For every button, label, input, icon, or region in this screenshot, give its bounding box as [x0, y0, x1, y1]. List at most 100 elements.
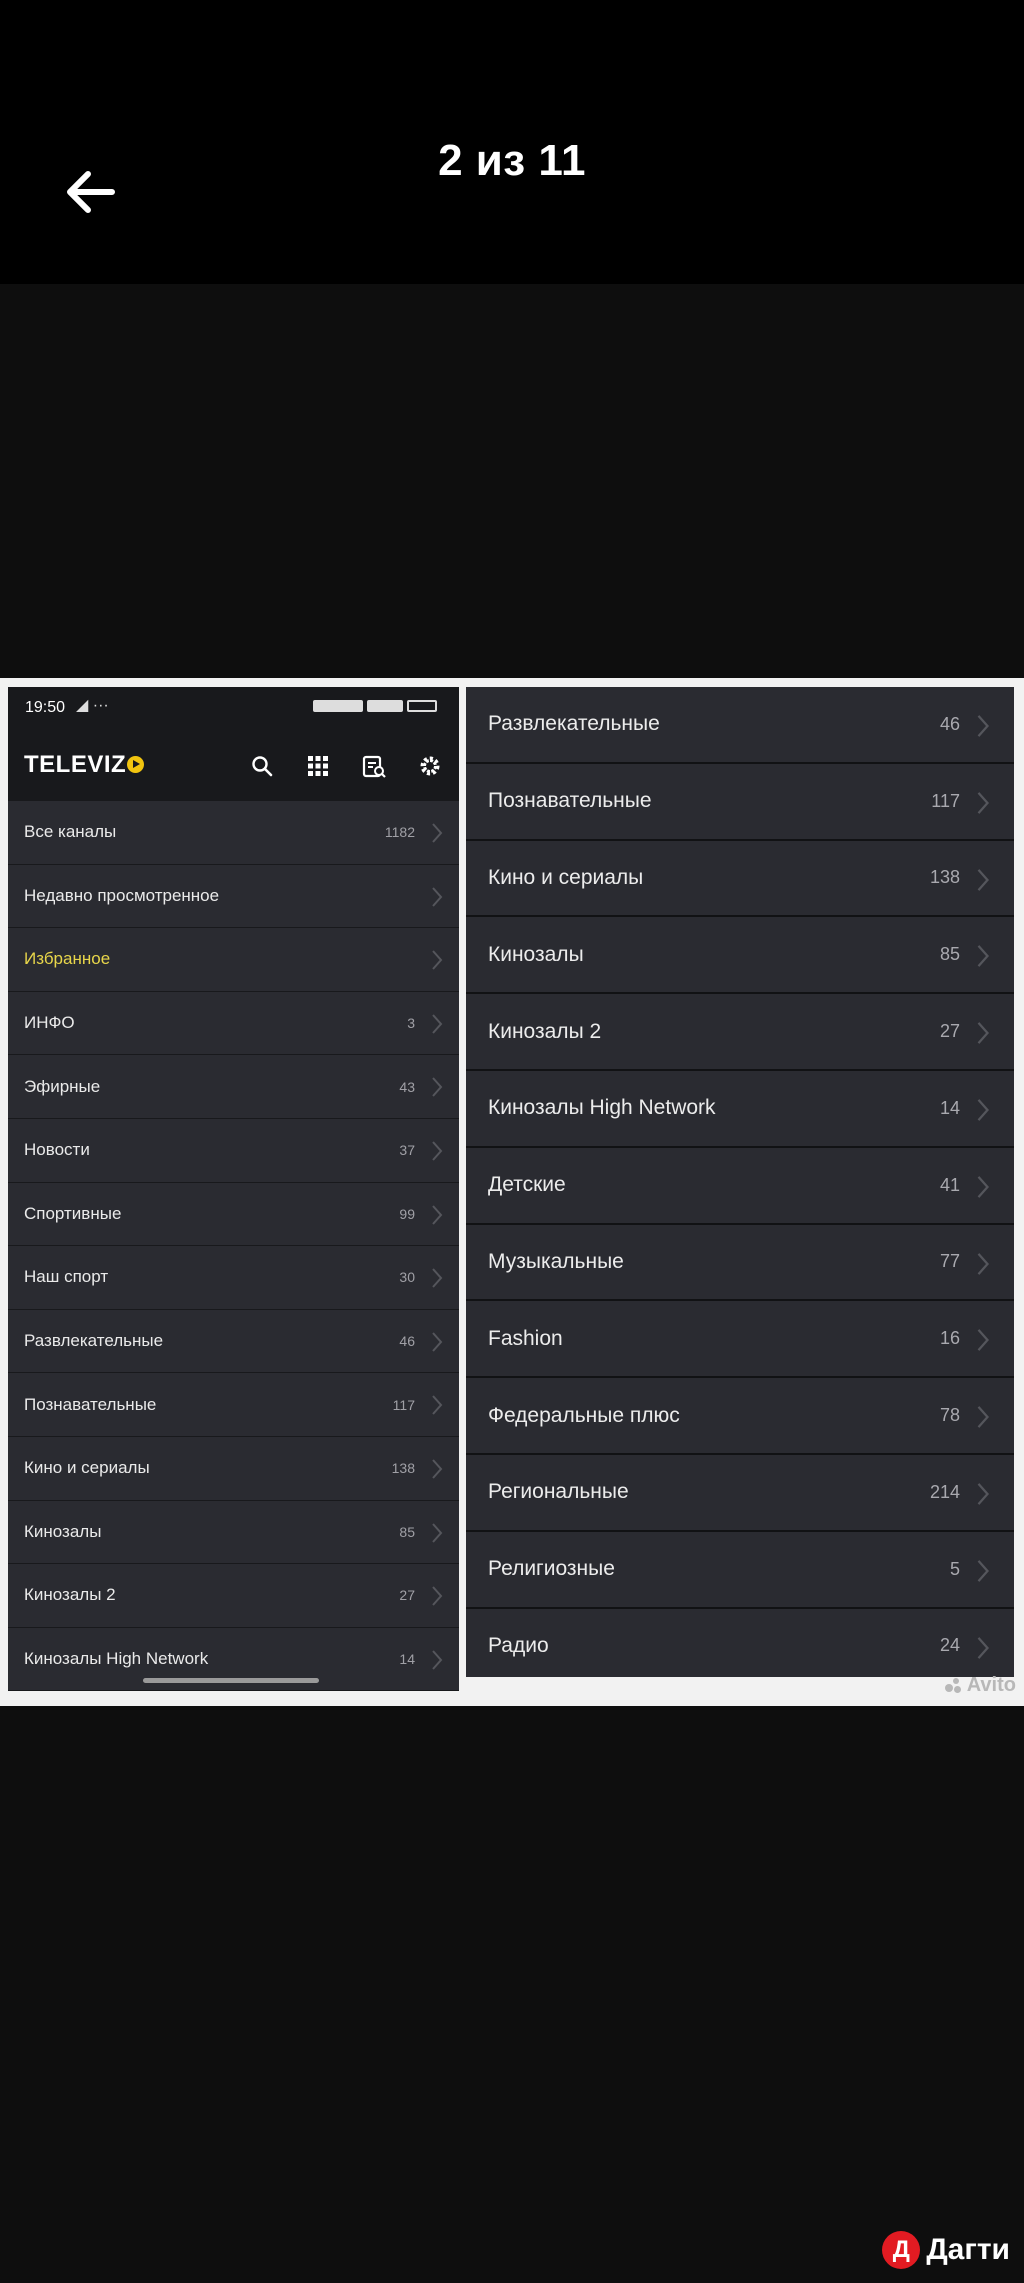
category-label: Кино и сериалы	[488, 865, 644, 889]
category-count: 14	[939, 1097, 960, 1118]
chevron-right-icon	[977, 1559, 990, 1582]
chevron-right-icon	[974, 941, 992, 971]
avito-logo-icon	[944, 1677, 963, 1694]
chevron-right-icon	[974, 865, 992, 895]
epg-button[interactable]	[357, 749, 391, 783]
category-row[interactable]: Музыкальные 77	[466, 1224, 1014, 1302]
category-label: Fashion	[488, 1326, 563, 1350]
chevron-right-icon	[977, 1329, 990, 1352]
chevron-right-icon	[974, 1018, 992, 1048]
category-row[interactable]: Радио 24	[466, 1608, 1014, 1677]
category-row[interactable]: Развлекательные 46	[466, 687, 1014, 764]
site-brand: Д Дагти	[882, 2231, 1010, 2269]
phone-list-item[interactable]: ИНФО 3	[8, 991, 459, 1056]
chevron-right-icon	[432, 823, 443, 843]
phone-item-label: Кинозалы High Network	[24, 1649, 209, 1669]
chevron-right-icon	[429, 1648, 445, 1672]
category-row[interactable]: Региональные 214	[466, 1454, 1014, 1532]
category-count: 77	[939, 1251, 960, 1272]
chevron-right-icon	[429, 1457, 445, 1481]
phone-item-label: Все каналы	[24, 822, 117, 842]
status-bar: 19:50 ◢ ···	[8, 687, 459, 727]
category-count: 138	[929, 867, 960, 888]
app-logo-text: TELEVIZ	[24, 751, 127, 778]
category-row[interactable]: Кинозалы 85	[466, 917, 1014, 995]
chevron-right-icon	[974, 788, 992, 818]
phone-list-item[interactable]: Кино и сериалы 138	[8, 1436, 459, 1501]
avito-watermark: Avito	[944, 1674, 1016, 1697]
phone-item-label: ИНФО	[24, 1013, 75, 1033]
app-actions	[245, 749, 447, 783]
chevron-right-icon	[429, 1330, 445, 1354]
category-count: 5	[949, 1558, 960, 1579]
category-row[interactable]: Детские 41	[466, 1147, 1014, 1225]
chevron-right-icon	[977, 1483, 990, 1505]
category-row[interactable]: Познавательные 117	[466, 763, 1014, 841]
category-row[interactable]: Кинозалы High Network 14	[466, 1070, 1014, 1148]
phone-list-item[interactable]: Спортивные 99	[8, 1182, 459, 1247]
image-counter: 2 из 11	[438, 136, 586, 185]
chevron-right-icon	[429, 1203, 445, 1227]
settings-button[interactable]	[413, 749, 447, 783]
chevron-right-icon	[974, 1325, 992, 1355]
phone-item-count: 138	[391, 1460, 415, 1477]
phone-list-item[interactable]: Кинозалы 85	[8, 1500, 459, 1565]
category-row[interactable]: Кинозалы 2 27	[466, 994, 1014, 1071]
category-row[interactable]: Fashion 16	[466, 1301, 1014, 1379]
chevron-right-icon	[974, 1633, 992, 1663]
phone-item-count: 43	[399, 1078, 415, 1095]
chevron-right-icon	[977, 945, 990, 968]
category-label: Познавательные	[488, 789, 652, 813]
phone-list-item[interactable]: Новости 37	[8, 1118, 459, 1183]
chevron-right-icon	[429, 1075, 445, 1099]
brand-logo-icon: Д	[882, 2231, 921, 2269]
chevron-right-icon	[977, 1252, 990, 1275]
phone-item-label: Спортивные	[24, 1203, 122, 1223]
chevron-right-icon	[432, 950, 443, 970]
chevron-right-icon	[977, 1175, 990, 1198]
phone-item-count: 14	[399, 1651, 415, 1668]
chevron-right-icon	[429, 1584, 445, 1608]
chevron-right-icon	[432, 1268, 443, 1288]
gear-icon	[420, 756, 440, 776]
chevron-right-icon	[432, 1204, 443, 1225]
grid-button[interactable]	[301, 749, 335, 783]
chevron-right-icon	[432, 1014, 443, 1034]
phone-list-item[interactable]: Эфирные 43	[8, 1055, 459, 1119]
category-row[interactable]: Федеральные плюс 78	[466, 1378, 1014, 1455]
phone-list-item[interactable]: Избранное	[8, 928, 459, 992]
search-icon	[252, 756, 273, 777]
phone-item-count: 99	[399, 1205, 415, 1222]
phone-list-item[interactable]: Наш спорт 30	[8, 1246, 459, 1310]
play-logo-icon	[127, 756, 145, 773]
category-row[interactable]: Религиозные 5	[466, 1531, 1014, 1609]
phone-item-count: 27	[399, 1587, 415, 1604]
chevron-right-icon	[432, 1077, 443, 1098]
category-label: Радио	[488, 1633, 549, 1657]
category-row[interactable]: Кино и сериалы 138	[466, 840, 1014, 918]
phone-item-label: Кино и сериалы	[24, 1458, 150, 1478]
phone-item-count: 1182	[384, 824, 415, 841]
phone-category-list: Все каналы 1182 Недавно просмотренное Избра…	[8, 801, 459, 1691]
phone-list-item[interactable]: Познавательные 117	[8, 1373, 459, 1437]
category-label: Федеральные плюс	[488, 1403, 680, 1427]
signal-icon-2	[367, 700, 403, 712]
phone-list-item[interactable]: Недавно просмотренное	[8, 864, 459, 929]
chevron-right-icon	[977, 1636, 990, 1659]
phone-item-count: 37	[399, 1142, 415, 1159]
phone-item-count: 46	[399, 1333, 415, 1350]
category-count: 214	[929, 1481, 960, 1502]
search-button[interactable]	[245, 749, 279, 783]
listing-photo[interactable]: 19:50 ◢ ··· TELEVIZ Все каналы 1182 Неда…	[0, 678, 1024, 1706]
phone-list-item[interactable]: Развлекательные 46	[8, 1309, 459, 1374]
chevron-right-icon	[429, 1393, 445, 1417]
chevron-right-icon	[974, 1556, 992, 1586]
phone-list-item[interactable]: Кинозалы 2 27	[8, 1564, 459, 1628]
phone-item-label: Кинозалы 2	[24, 1585, 116, 1605]
chevron-right-icon	[977, 1099, 990, 1121]
chevron-right-icon	[429, 1139, 445, 1163]
phone-list-item[interactable]: Все каналы 1182	[8, 801, 459, 865]
chevron-right-icon	[432, 886, 443, 907]
chevron-right-icon	[432, 1332, 443, 1352]
chevron-right-icon	[974, 1249, 992, 1279]
